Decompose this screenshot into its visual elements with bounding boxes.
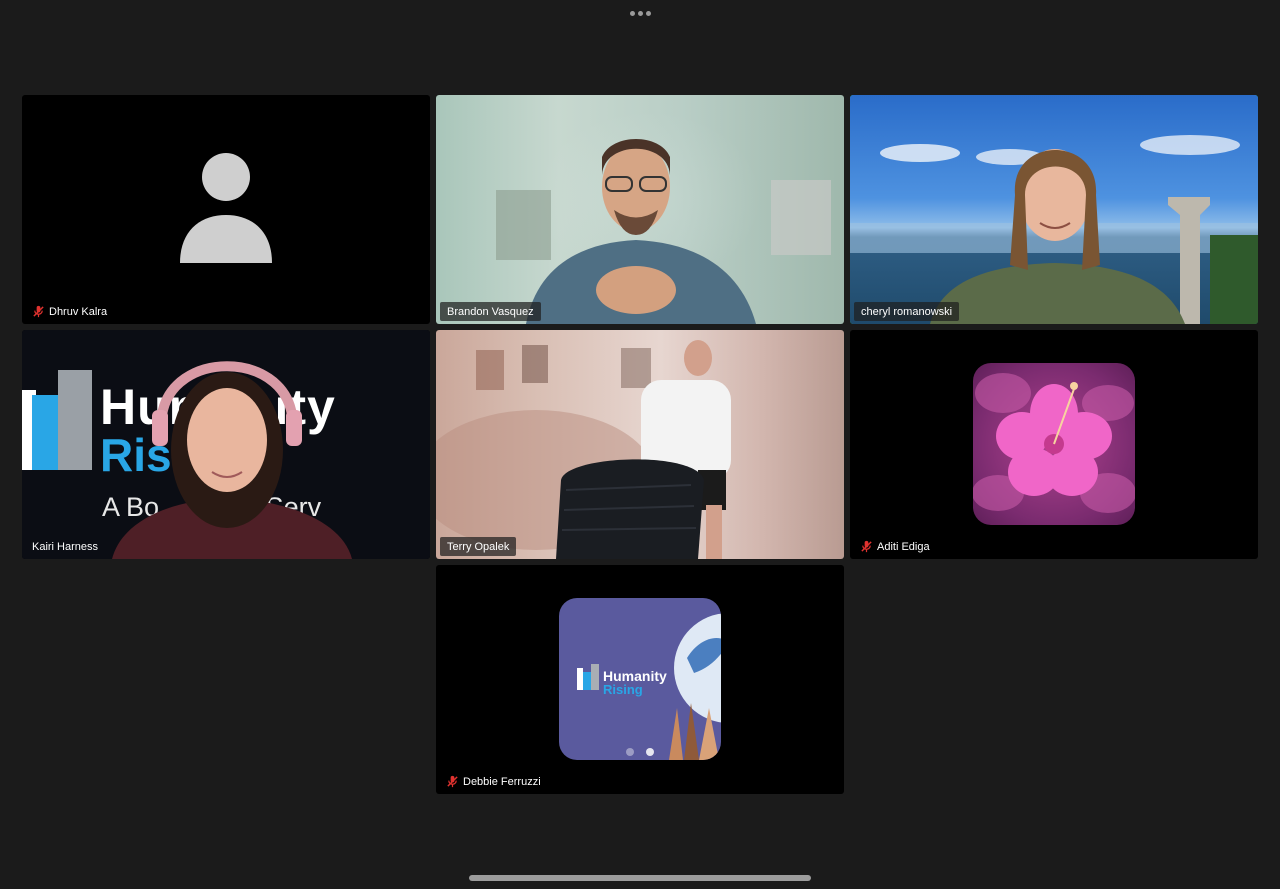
- participant-video-figure: [112, 361, 352, 559]
- more-options-button[interactable]: [624, 5, 656, 21]
- participant-video-figure: [496, 139, 831, 324]
- hibiscus-flower-icon: [973, 373, 1135, 513]
- microphone-muted-icon: [33, 305, 44, 318]
- participant-name-tag: Debbie Ferruzzi: [440, 772, 548, 791]
- video-tile-dhruv-kalra[interactable]: Dhruv Kalra: [22, 95, 430, 324]
- video-feed: [436, 95, 844, 324]
- microphone-muted-icon: [861, 540, 872, 553]
- participant-name: Dhruv Kalra: [49, 305, 108, 318]
- video-tile-brandon-vasquez[interactable]: Brandon Vasquez: [436, 95, 844, 324]
- profile-picture-hibiscus: [973, 363, 1135, 525]
- video-tile-debbie-ferruzzi[interactable]: Humanity Rising Debbie Ferruzzi: [436, 565, 844, 794]
- video-feed: Humanity Rising A Bo... rough Serv: [22, 330, 430, 559]
- video-tile-terry-opalek[interactable]: Terry Opalek: [436, 330, 844, 559]
- video-feed: [436, 330, 844, 559]
- participant-video-figure: [850, 135, 1258, 324]
- participant-name: Aditi Ediga: [877, 540, 930, 553]
- carousel-dot-inactive[interactable]: [626, 748, 634, 756]
- participant-name-tag: Dhruv Kalra: [26, 302, 114, 321]
- dot: [645, 10, 651, 16]
- video-tile-cheryl-romanowski[interactable]: cheryl romanowski: [850, 95, 1258, 324]
- video-tile-aditi-ediga[interactable]: Aditi Ediga: [850, 330, 1258, 559]
- participant-name-tag: Aditi Ediga: [854, 537, 937, 556]
- participant-name-tag: cheryl romanowski: [854, 302, 960, 321]
- carousel-dot-active[interactable]: [646, 748, 654, 756]
- participant-name: Brandon Vasquez: [447, 305, 534, 318]
- default-avatar-icon: [180, 153, 272, 263]
- home-indicator[interactable]: [469, 875, 811, 881]
- avatar-logo-line2: Rising: [603, 682, 643, 697]
- participant-name: cheryl romanowski: [861, 305, 953, 318]
- participant-name-tag: Brandon Vasquez: [440, 302, 541, 321]
- microphone-muted-icon: [447, 775, 458, 788]
- participant-name-tag: Terry Opalek: [440, 537, 517, 556]
- profile-picture-humanity-rising: Humanity Rising: [559, 598, 721, 760]
- participant-name: Terry Opalek: [447, 540, 510, 553]
- participant-name-tag: Kairi Harness: [26, 537, 105, 556]
- video-tile-kairi-harness[interactable]: Humanity Rising A Bo... rough Serv Kairi…: [22, 330, 430, 559]
- video-feed: [850, 95, 1258, 324]
- participant-video-figure: [436, 340, 731, 559]
- participant-name: Kairi Harness: [32, 540, 99, 553]
- participant-name: Debbie Ferruzzi: [463, 775, 541, 788]
- dot: [637, 10, 643, 16]
- dot: [629, 10, 635, 16]
